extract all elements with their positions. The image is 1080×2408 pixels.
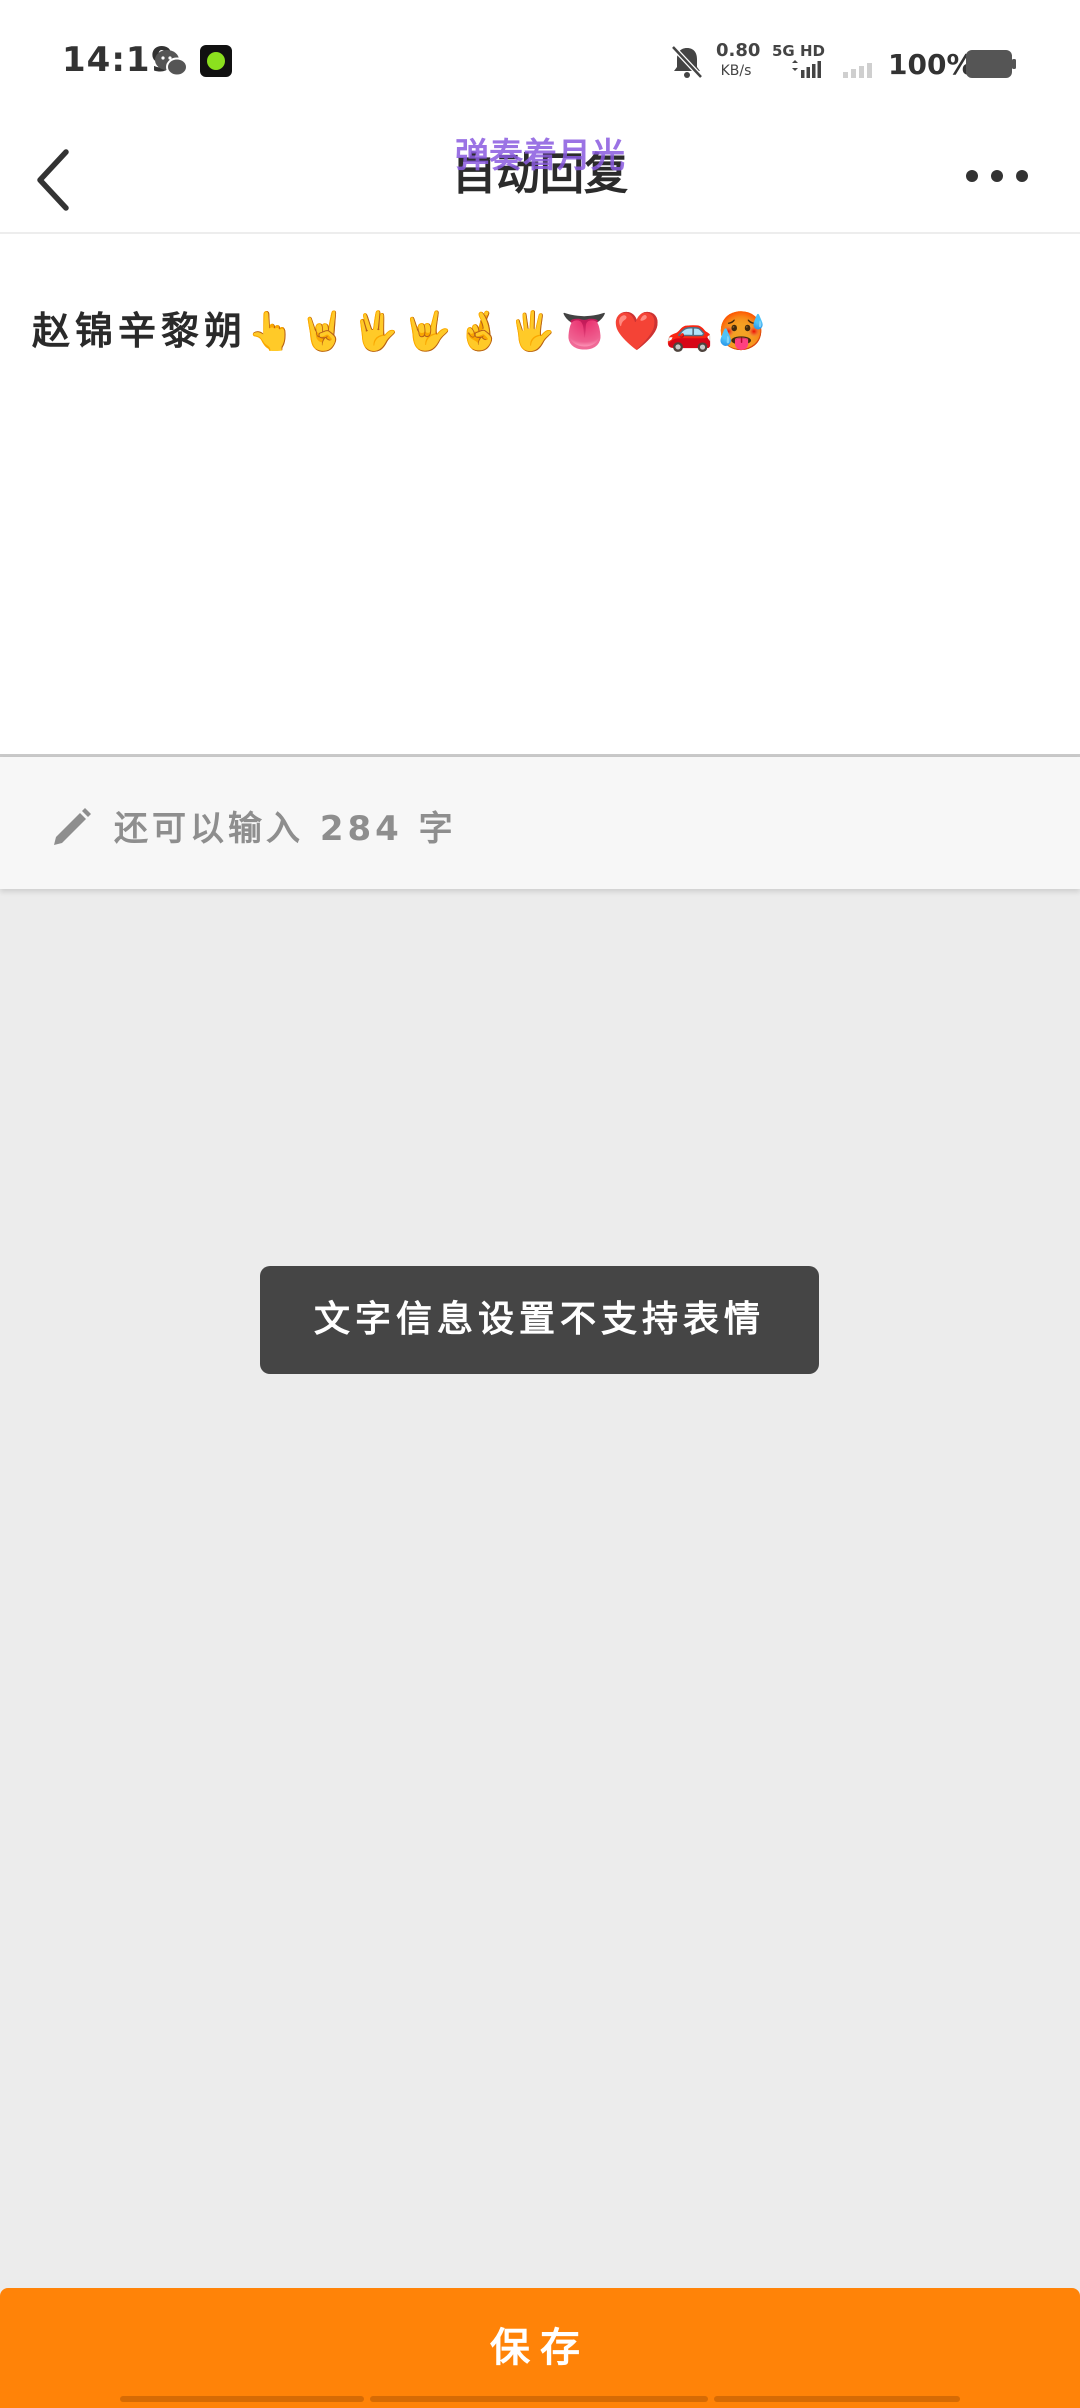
reply-text-content[interactable]: 赵锦辛黎朔👆🤘🖖🤟🤞🖐👅❤️🚗🥵 — [32, 300, 1052, 355]
network-speed-unit: KB/s — [720, 63, 752, 79]
signal-5g-icon — [792, 60, 821, 78]
character-counter-bar: 还可以输入 284 字 — [0, 757, 1080, 889]
pencil-icon — [54, 808, 91, 845]
reply-text-editor[interactable]: 赵锦辛黎朔👆🤘🖖🤟🤞🖐👅❤️🚗🥵 — [0, 234, 1080, 757]
bell-muted-icon — [671, 45, 703, 79]
wechat-icon — [155, 50, 188, 77]
app-notification-icon — [200, 45, 232, 77]
network-speed-value: 0.80 — [716, 40, 761, 61]
network-type: 5G HD — [772, 42, 825, 60]
remaining-characters-text: 还可以输入 284 字 — [114, 809, 457, 849]
navigation-bar — [0, 2396, 1080, 2404]
nav-indicator — [714, 2396, 960, 2402]
battery-icon — [966, 50, 1016, 78]
network-speed: 0.80 KB/s — [716, 40, 761, 80]
nav-indicator — [120, 2396, 364, 2402]
more-button[interactable] — [950, 150, 1050, 202]
nav-indicator — [370, 2396, 708, 2402]
save-button[interactable]: 保存 — [0, 2288, 1080, 2408]
toast-message: 文字信息设置不支持表情 — [260, 1266, 819, 1374]
overlay-text: 弹奏着月光 — [455, 136, 625, 176]
status-bar: 14:19 0.80 KB/s 5G HD 100% — [0, 0, 1080, 120]
title-bar: 自动回复 弹奏着月光 — [0, 120, 1080, 234]
more-horizontal-icon — [966, 170, 1028, 182]
battery-percentage: 100% — [888, 48, 975, 81]
signal-sim2-icon — [843, 63, 872, 78]
